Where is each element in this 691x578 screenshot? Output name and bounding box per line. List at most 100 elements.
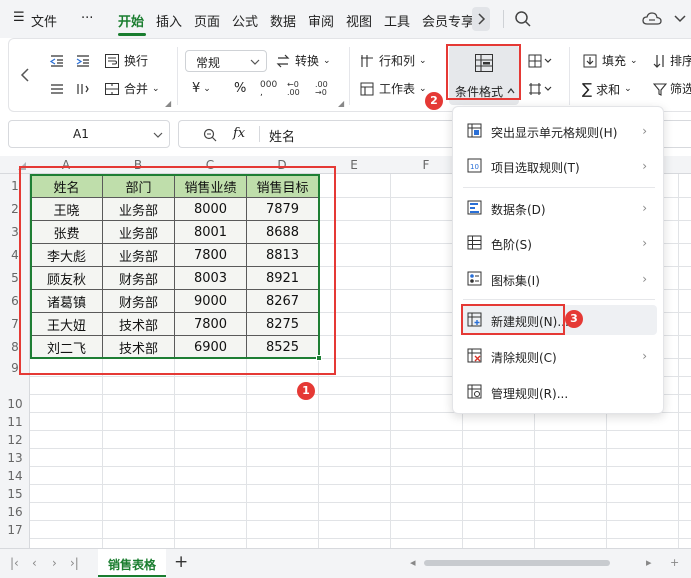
- tabs-scroll-right-button[interactable]: [472, 7, 490, 31]
- chevron-down-icon: ⌄: [419, 55, 427, 66]
- expand-icon[interactable]: [672, 10, 688, 28]
- decrease-decimal-icon[interactable]: .00 →0: [315, 81, 328, 97]
- chevron-down-icon: ⌄: [152, 83, 160, 94]
- zoom-search-icon: [203, 128, 217, 142]
- sum-label: 求和: [596, 82, 621, 97]
- merge-button[interactable]: 合并 ⌄: [104, 80, 160, 97]
- top-bottom-rules-icon: 10: [467, 158, 482, 173]
- tab-formula[interactable]: 公式: [232, 11, 258, 30]
- ribbon-scroll-left-icon[interactable]: [19, 67, 31, 83]
- horizontal-scrollbar[interactable]: [424, 560, 610, 566]
- menu-tab-bar: ☰ 文件 ··· 开始 插入 页面 公式 数据 审阅 视图 工具 会员专享: [0, 0, 691, 38]
- tab-review[interactable]: 审阅: [308, 11, 334, 30]
- group-separator: [569, 47, 570, 105]
- more-menu[interactable]: ···: [81, 11, 93, 26]
- next-sheet-icon[interactable]: ›: [52, 556, 57, 570]
- number-format-select[interactable]: 常规: [185, 50, 267, 72]
- decrease-indent-icon[interactable]: [49, 53, 65, 69]
- wrap-text-label: 换行: [124, 54, 149, 68]
- chevron-right-icon: ›: [642, 272, 647, 286]
- divider: [503, 10, 504, 28]
- fx-icon[interactable]: fx: [233, 126, 245, 141]
- distributed-align-icon[interactable]: [49, 81, 65, 97]
- chevron-down-icon: [250, 59, 260, 65]
- sort-button[interactable]: 排序: [653, 52, 691, 69]
- cloud-icon[interactable]: [642, 10, 662, 28]
- menu-item-clear-rules[interactable]: 清除规则(C) ›: [461, 341, 657, 371]
- worksheet-label: 工作表: [379, 82, 416, 96]
- menu-item-icon-sets[interactable]: 图标集(I) ›: [461, 264, 657, 294]
- increase-decimal-icon[interactable]: ←0.00: [287, 81, 300, 97]
- worksheet-icon: [360, 82, 374, 95]
- hscroll-left-icon[interactable]: ◂: [410, 556, 416, 569]
- sheet-tab-sales[interactable]: 销售表格: [98, 549, 166, 577]
- add-sheet-button[interactable]: +: [174, 552, 188, 572]
- name-box[interactable]: A1: [8, 120, 170, 148]
- convert-button[interactable]: 转换 ⌄: [275, 52, 331, 69]
- chevron-down-icon: ⌄: [203, 83, 211, 94]
- chevron-right-icon: ›: [642, 349, 647, 363]
- rows-cols-button[interactable]: 行和列 ⌄: [359, 52, 427, 69]
- fill-label: 填充: [602, 54, 627, 68]
- menu-item-top-bottom-rules[interactable]: 10 项目选取规则(T) ›: [461, 151, 657, 181]
- tab-view[interactable]: 视图: [346, 11, 372, 30]
- menu-item-label: 色阶(S): [491, 238, 532, 252]
- last-sheet-icon[interactable]: ›|: [70, 556, 79, 570]
- sheet-tab-label: 销售表格: [108, 558, 157, 572]
- file-menu[interactable]: 文件: [31, 11, 57, 30]
- tab-tools[interactable]: 工具: [384, 11, 410, 30]
- menu-item-label: 突出显示单元格规则(H): [491, 126, 618, 140]
- thousands-separator-icon[interactable]: 000,: [260, 81, 277, 98]
- tab-member[interactable]: 会员专享: [422, 11, 472, 30]
- row-header-14[interactable]: 14: [0, 469, 30, 483]
- tab-home[interactable]: 开始: [118, 11, 144, 30]
- menu-item-data-bars[interactable]: 数据条(D) ›: [461, 193, 657, 223]
- hamburger-icon[interactable]: ☰: [13, 10, 25, 25]
- row-header-12[interactable]: 12: [0, 433, 30, 447]
- prev-sheet-icon[interactable]: ‹: [32, 556, 37, 570]
- increase-indent-icon[interactable]: [75, 53, 91, 69]
- row-header-15[interactable]: 15: [0, 487, 30, 501]
- tab-insert[interactable]: 插入: [156, 11, 182, 30]
- clear-rules-icon: [467, 348, 482, 363]
- formula-content: 姓名: [269, 130, 296, 145]
- menu-item-color-scales[interactable]: 色阶(S) ›: [461, 228, 657, 258]
- chevron-down-icon: ⌄: [419, 83, 427, 94]
- row-header-13[interactable]: 13: [0, 451, 30, 465]
- menu-item-highlight-rules[interactable]: 突出显示单元格规则(H) ›: [461, 116, 657, 146]
- row-header-10[interactable]: 10: [0, 397, 30, 411]
- manage-rules-icon: [467, 384, 482, 399]
- ribbon: 换行 合并 ⌄ ◢ 常规 转换 ⌄ ¥ ⌄ % 000, ←0.00 .00 →0…: [8, 38, 691, 112]
- row-header-17[interactable]: 17: [0, 523, 30, 537]
- filter-label: 筛选: [670, 82, 691, 96]
- number-format-value: 常规: [196, 56, 221, 70]
- row-header-11[interactable]: 11: [0, 415, 30, 429]
- tab-page[interactable]: 页面: [194, 11, 220, 30]
- currency-button[interactable]: ¥ ⌄: [192, 81, 211, 96]
- search-icon[interactable]: [514, 10, 532, 28]
- wrap-text-button[interactable]: 换行: [104, 52, 148, 69]
- sort-label: 排序: [670, 54, 691, 68]
- filter-button[interactable]: 筛选: [653, 80, 691, 97]
- chevron-down-icon: [153, 132, 163, 138]
- percent-icon: %: [234, 81, 247, 96]
- hscroll-add-icon[interactable]: +: [670, 556, 679, 569]
- annotation-badge-2: 2: [425, 92, 443, 110]
- worksheet-button[interactable]: 工作表 ⌄: [359, 80, 427, 97]
- annotation-box-new-rule: [461, 304, 565, 335]
- border-icon[interactable]: [527, 81, 555, 97]
- chevron-down-icon: ⌄: [323, 55, 331, 66]
- text-direction-icon[interactable]: [75, 81, 91, 97]
- cell-style-icon[interactable]: [527, 53, 555, 69]
- fill-button[interactable]: 填充 ⌄: [582, 52, 638, 69]
- dialog-launcher-icon[interactable]: ◢: [338, 99, 344, 108]
- percent-button[interactable]: %: [234, 81, 246, 96]
- dialog-launcher-icon[interactable]: ◢: [165, 99, 171, 108]
- hscroll-right-icon[interactable]: ▸: [646, 556, 652, 569]
- first-sheet-icon[interactable]: |‹: [10, 556, 19, 570]
- row-header-16[interactable]: 16: [0, 505, 30, 519]
- menu-item-manage-rules[interactable]: 管理规则(R)...: [461, 377, 657, 407]
- tab-data[interactable]: 数据: [270, 11, 296, 30]
- sum-button[interactable]: ∑ 求和 ⌄: [582, 80, 632, 98]
- divider: [259, 126, 260, 142]
